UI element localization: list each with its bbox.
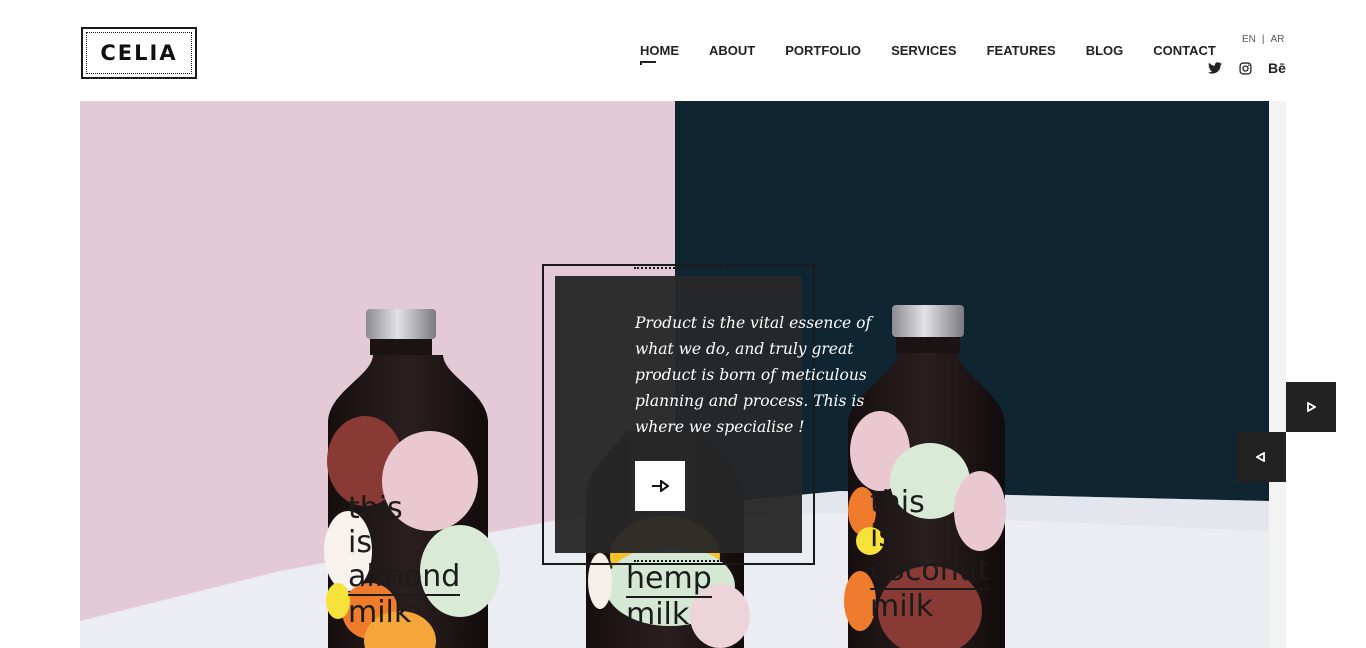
bottle-label-line: this <box>348 491 403 526</box>
language-switcher: EN | AR <box>1242 34 1284 45</box>
triangle-right-icon <box>1307 402 1316 412</box>
nav-services[interactable]: SERVICES <box>891 43 957 58</box>
bottle-label-line: is <box>348 525 372 560</box>
twitter-icon[interactable] <box>1208 60 1222 76</box>
bottle-label-almond: this is almond milk <box>348 491 461 630</box>
nav-blog[interactable]: BLOG <box>1086 43 1124 58</box>
lang-separator: | <box>1261 34 1265 45</box>
lang-ar[interactable]: AR <box>1271 34 1285 45</box>
nav-contact[interactable]: CONTACT <box>1153 43 1216 58</box>
site-logo[interactable]: CELIA <box>81 27 197 79</box>
hero-quote-text: Product is the vital essence of what we … <box>635 314 872 436</box>
hero-side-strip <box>1269 101 1286 648</box>
bottle-label-line: milk <box>626 597 690 632</box>
bottle-label-line: this <box>870 485 925 520</box>
lang-en[interactable]: EN <box>1242 34 1256 45</box>
arrow-right-icon <box>652 480 669 492</box>
nav-features[interactable]: FEATURES <box>987 43 1056 58</box>
instagram-icon[interactable] <box>1238 60 1252 76</box>
social-links: Bē <box>1208 60 1286 76</box>
read-more-button[interactable] <box>635 461 685 511</box>
bottle-label-line: milk <box>870 589 934 624</box>
bottle-label-line: is <box>870 519 894 554</box>
triangle-left-icon <box>1256 452 1265 462</box>
slider-prev-button[interactable] <box>1236 432 1286 482</box>
bottle-label-line: almond <box>348 559 461 596</box>
logo-text: CELIA <box>100 41 178 65</box>
bottle-label-line: hemp <box>626 561 712 598</box>
slider-next-button[interactable] <box>1286 382 1336 432</box>
bottle-label-line: milk <box>348 595 412 630</box>
main-nav: HOME ABOUT PORTFOLIO SERVICES FEATURES B… <box>640 43 1246 65</box>
behance-link[interactable]: Bē <box>1268 60 1286 76</box>
nav-about[interactable]: ABOUT <box>709 43 755 58</box>
bottle-label-coconut: this is coconut milk <box>870 486 990 624</box>
nav-home[interactable]: HOME <box>640 43 679 65</box>
bottle-label-hemp: hemp milk <box>626 562 712 632</box>
nav-portfolio[interactable]: PORTFOLIO <box>785 43 861 58</box>
bottle-label-line: coconut <box>870 553 990 590</box>
